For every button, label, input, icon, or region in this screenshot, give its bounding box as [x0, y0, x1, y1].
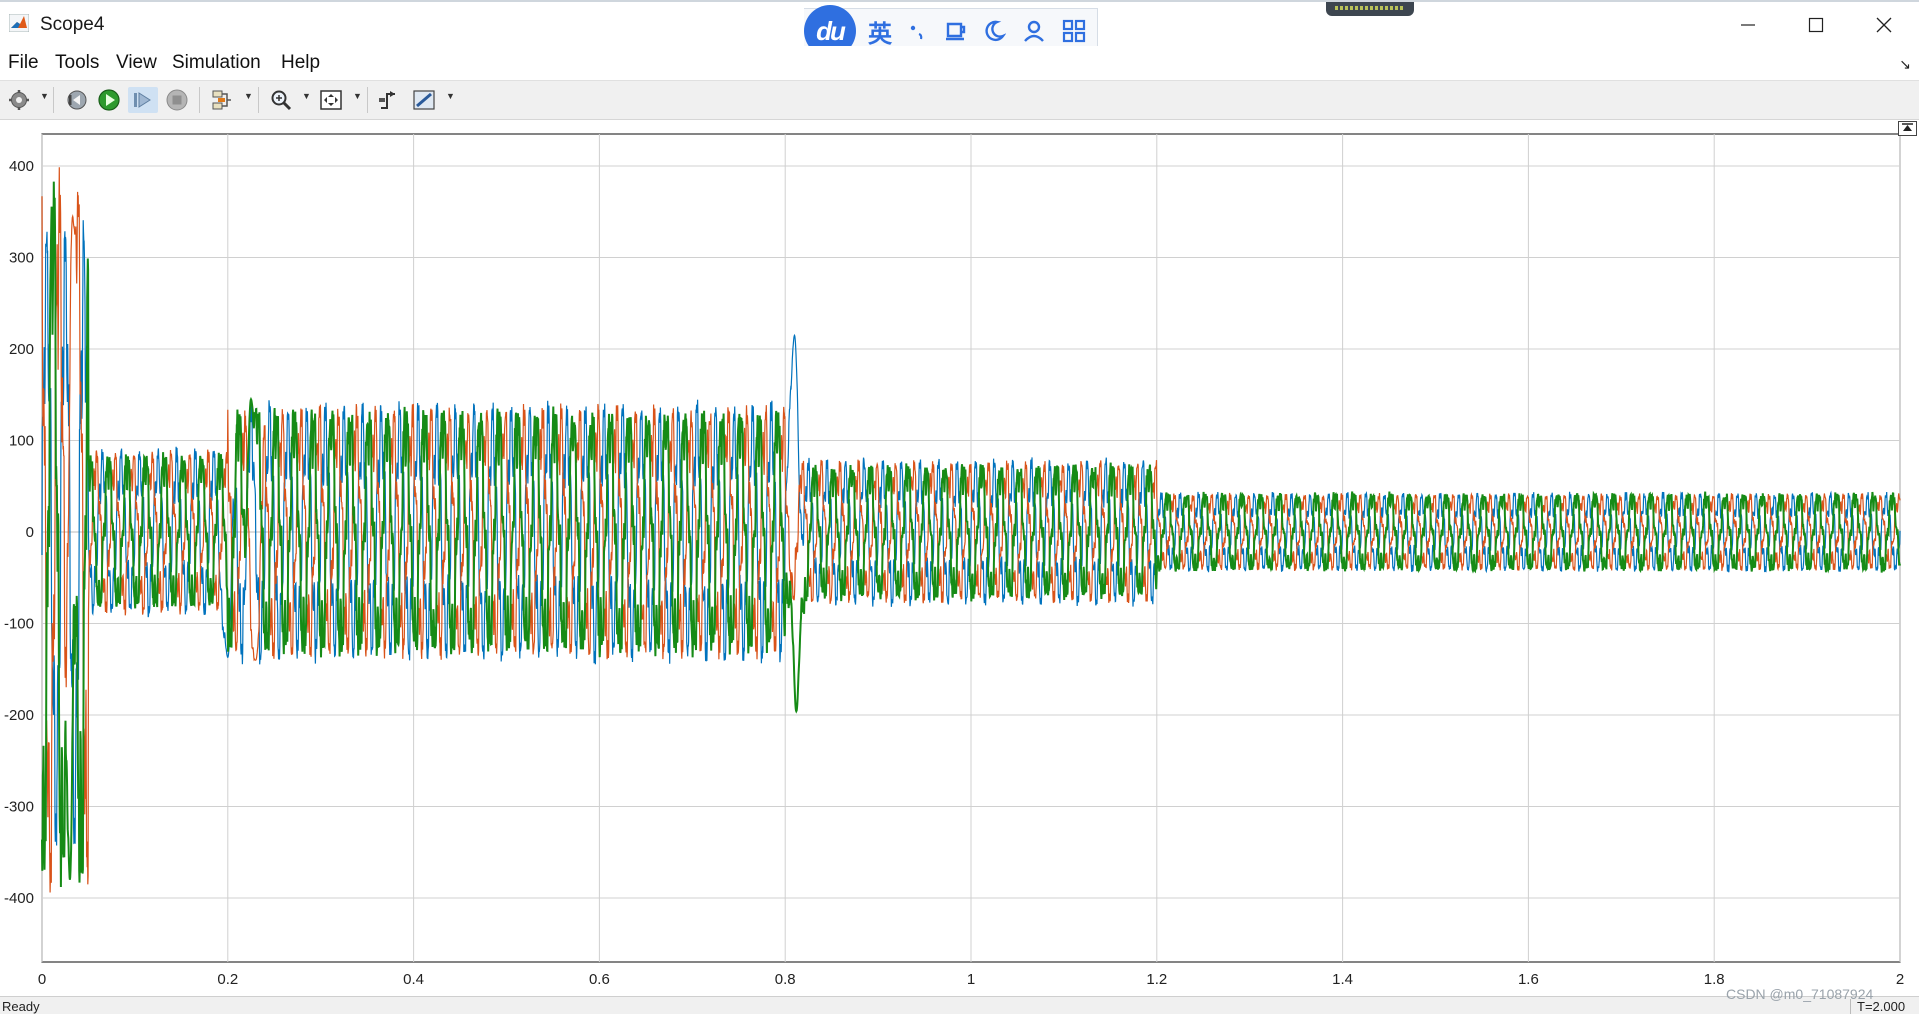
- trigger-button[interactable]: [376, 87, 402, 113]
- step-back-button[interactable]: [63, 87, 89, 113]
- x-tick-label: 0.4: [403, 971, 424, 988]
- ime-punctuation-icon[interactable]: [902, 15, 934, 47]
- zoom-button[interactable]: [268, 87, 294, 113]
- watermark: CSDN @m0_71087924: [1726, 986, 1874, 1002]
- menu-help[interactable]: Help: [281, 52, 320, 74]
- scope-plot-area[interactable]: 0 0.2 0.4 0.6 0.8 1 1.2 1.4 1.6 1.8 2 400 300 200 100…: [0, 120, 1919, 996]
- collapse-arrow-icon[interactable]: ↘: [1899, 56, 1911, 73]
- x-tick-label: 0.2: [217, 971, 238, 988]
- zoom-dropdown-icon[interactable]: ▼: [302, 91, 311, 101]
- y-tick-label: -100: [4, 615, 34, 632]
- stop-button[interactable]: [164, 87, 190, 113]
- signal-dropdown-icon[interactable]: ▼: [244, 91, 253, 101]
- y-tick-label: 300: [9, 250, 34, 267]
- scope-plot[interactable]: 0 0.2 0.4 0.6 0.8 1 1.2 1.4 1.6 1.8 2 400 300 200 100…: [0, 120, 1919, 996]
- measure-icon: [413, 90, 435, 110]
- ime-skin-icon[interactable]: [940, 15, 972, 47]
- x-tick-label: 1.8: [1704, 971, 1725, 988]
- x-tick-label: 1.4: [1332, 971, 1353, 988]
- maximize-icon: [1808, 17, 1824, 33]
- y-tick-label: 200: [9, 341, 34, 358]
- menu-simulation[interactable]: Simulation: [172, 52, 261, 74]
- close-button[interactable]: [1849, 6, 1919, 44]
- fit-dropdown-icon[interactable]: ▼: [353, 91, 362, 101]
- ime-language-toggle[interactable]: 英: [864, 15, 896, 48]
- step-forward-icon: [134, 92, 151, 108]
- measure-button[interactable]: [410, 87, 440, 113]
- step-back-icon: [67, 90, 87, 110]
- run-icon: [98, 89, 120, 111]
- status-bar: Ready T=2.000: [0, 996, 1919, 1014]
- fit-to-view-button[interactable]: [318, 87, 344, 113]
- close-icon: [1876, 17, 1892, 33]
- settings-dropdown-icon[interactable]: ▼: [40, 91, 49, 101]
- status-text: Ready: [2, 999, 40, 1014]
- fit-to-view-icon: [320, 90, 342, 110]
- undock-icon: [1902, 123, 1913, 131]
- gear-icon: [9, 90, 29, 110]
- x-tick-label: 0.8: [775, 971, 796, 988]
- minimize-icon: [1741, 24, 1755, 26]
- drag-handle[interactable]: [1326, 2, 1414, 16]
- menu-file[interactable]: File: [8, 52, 39, 74]
- y-tick-label: 0: [26, 524, 34, 541]
- zoom-icon: [271, 90, 292, 111]
- matlab-logo-icon: [9, 14, 29, 32]
- step-forward-button[interactable]: [128, 87, 158, 113]
- y-tick-label: -200: [4, 707, 34, 724]
- y-tick-label: -400: [4, 890, 34, 907]
- x-tick-label: 1.6: [1518, 971, 1539, 988]
- toolbar: ▼ ▼ ▼ ▼ ▼: [0, 80, 1919, 120]
- ime-moon-icon[interactable]: [978, 15, 1010, 47]
- run-button[interactable]: [96, 87, 122, 113]
- ime-grid-icon[interactable]: [1058, 15, 1090, 47]
- undock-button[interactable]: [1898, 121, 1917, 136]
- menu-tools[interactable]: Tools: [55, 52, 99, 74]
- x-tick-label: 1: [967, 971, 975, 988]
- trigger-icon: [379, 91, 395, 109]
- y-tick-label: 100: [9, 432, 34, 449]
- ime-user-icon[interactable]: [1018, 15, 1050, 47]
- stop-icon: [166, 89, 188, 111]
- x-ticks: 0 0.2 0.4 0.6 0.8 1 1.2 1.4 1.6 1.8 2: [38, 971, 1904, 988]
- y-tick-label: -300: [4, 798, 34, 815]
- x-tick-label: 1.2: [1146, 971, 1167, 988]
- y-ticks: 400 300 200 100 0 -100 -200 -300 -400: [4, 158, 34, 907]
- measure-dropdown-icon[interactable]: ▼: [446, 91, 455, 101]
- scope-window: Scope4 du 英 File Tools View Simulation H…: [0, 0, 1919, 1014]
- y-tick-label: 400: [9, 158, 34, 175]
- menu-bar: File Tools View Simulation Help ↘: [0, 46, 1919, 80]
- x-tick-label: 0: [38, 971, 46, 988]
- menu-view[interactable]: View: [116, 52, 157, 74]
- signal-select-icon: [212, 90, 231, 110]
- signal-select-button[interactable]: [208, 87, 234, 113]
- maximize-button[interactable]: [1781, 6, 1851, 44]
- x-tick-label: 0.6: [589, 971, 610, 988]
- minimize-button[interactable]: [1713, 6, 1783, 44]
- settings-button[interactable]: [6, 87, 32, 113]
- window-title: Scope4: [40, 14, 105, 35]
- x-tick-label: 2: [1896, 971, 1904, 988]
